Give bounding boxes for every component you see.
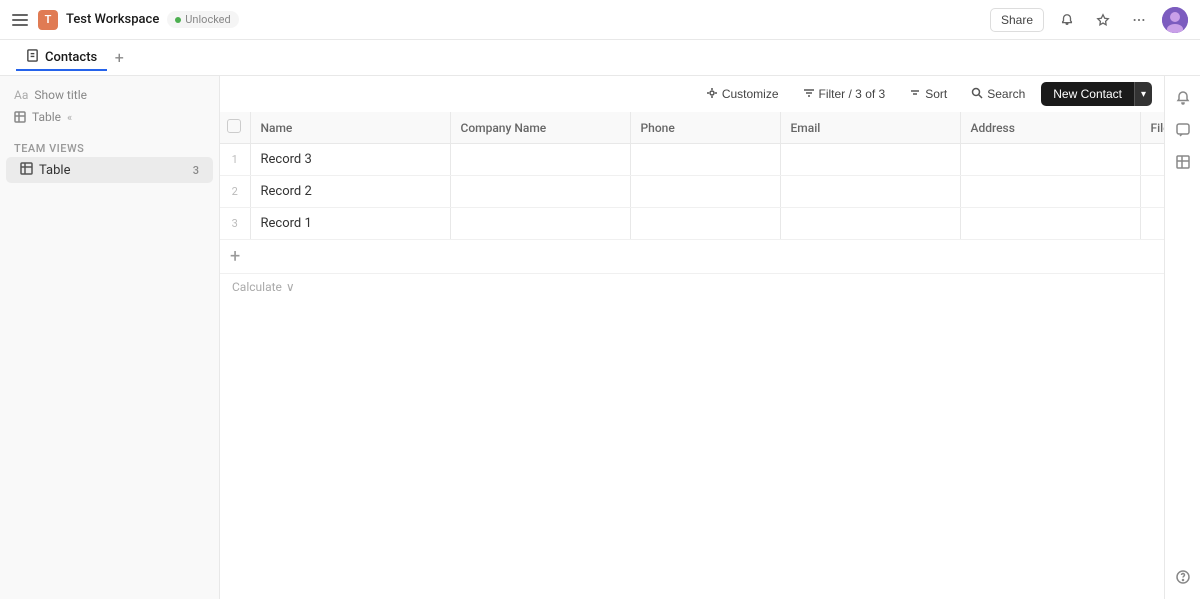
- calculate-label: Calculate: [232, 280, 282, 294]
- bell-icon[interactable]: [1169, 84, 1197, 112]
- filter-button[interactable]: Filter / 3 of 3: [795, 83, 894, 106]
- row-3-email[interactable]: [780, 208, 960, 240]
- files-column-header[interactable]: Files: [1140, 112, 1164, 144]
- main-content: Customize Filter / 3 of 3 Sort Search: [220, 76, 1164, 599]
- search-icon: [971, 87, 983, 102]
- table-chevron: «: [67, 111, 72, 124]
- top-bar-right: Share: [990, 7, 1188, 33]
- unlock-badge[interactable]: Unlocked: [167, 11, 238, 28]
- address-column-header[interactable]: Address: [960, 112, 1140, 144]
- top-bar: T Test Workspace Unlocked Share: [0, 0, 1200, 40]
- company-column-header[interactable]: Company Name: [450, 112, 630, 144]
- row-2-company[interactable]: [450, 176, 630, 208]
- share-button[interactable]: Share: [990, 8, 1044, 32]
- search-button[interactable]: Search: [963, 83, 1033, 106]
- table-view-icon: [20, 162, 33, 178]
- section-header-team-views: Team views: [0, 136, 219, 157]
- row-1-phone[interactable]: [630, 144, 780, 176]
- show-title[interactable]: Aa Show title: [0, 84, 219, 106]
- row-3-company[interactable]: [450, 208, 630, 240]
- table-view-header: Table «: [0, 106, 219, 128]
- chat-icon[interactable]: [1169, 116, 1197, 144]
- plus-icon: +: [230, 246, 240, 267]
- table-view-count: 3: [193, 164, 199, 177]
- filter-icon: [803, 87, 815, 102]
- body-layout: Aa Show title Table « Team views Table 3: [0, 76, 1200, 599]
- table-view-name: Table: [32, 110, 61, 124]
- more-options-icon[interactable]: [1126, 7, 1152, 33]
- row-1-files[interactable]: [1140, 144, 1164, 176]
- row-2-name[interactable]: Record 2: [250, 176, 450, 208]
- help-icon[interactable]: [1169, 563, 1197, 591]
- toolbar: Customize Filter / 3 of 3 Sort Search: [220, 76, 1164, 112]
- search-label: Search: [987, 87, 1025, 101]
- customize-button[interactable]: Customize: [698, 83, 787, 106]
- phone-column-header[interactable]: Phone: [630, 112, 780, 144]
- table-row: 2 Record 2: [220, 176, 1164, 208]
- tab-contacts-label: Contacts: [45, 50, 97, 65]
- calculate-row[interactable]: Calculate ∨: [220, 274, 1164, 300]
- sidebar-item-table[interactable]: Table 3: [6, 157, 213, 183]
- table-container: Name Company Name Phone Email Address Fi…: [220, 112, 1164, 599]
- notifications-icon[interactable]: [1054, 7, 1080, 33]
- top-bar-left: T Test Workspace Unlocked: [12, 10, 239, 30]
- row-1-email[interactable]: [780, 144, 960, 176]
- row-2-address[interactable]: [960, 176, 1140, 208]
- unlock-dot: [175, 17, 181, 23]
- row-2-phone[interactable]: [630, 176, 780, 208]
- menu-icon[interactable]: [12, 11, 30, 29]
- table-row: 1 Record 3: [220, 144, 1164, 176]
- row-3-address[interactable]: [960, 208, 1140, 240]
- workspace-title: Test Workspace: [66, 12, 159, 27]
- avatar[interactable]: [1162, 7, 1188, 33]
- sort-label: Sort: [925, 87, 947, 101]
- calculate-chevron: ∨: [286, 280, 295, 294]
- table-view-label: Table: [39, 163, 187, 178]
- workspace-icon: T: [38, 10, 58, 30]
- contacts-table: Name Company Name Phone Email Address Fi…: [220, 112, 1164, 240]
- select-all-checkbox[interactable]: [227, 119, 241, 133]
- row-1-company[interactable]: [450, 144, 630, 176]
- checkbox-header: [220, 112, 250, 144]
- customize-icon: [706, 87, 718, 102]
- views-section: Team views Table 3: [0, 128, 219, 191]
- customize-label: Customize: [722, 87, 779, 101]
- sidebar: Aa Show title Table « Team views Table 3: [0, 76, 220, 599]
- row-2-num: 2: [220, 176, 250, 208]
- row-3-name[interactable]: Record 1: [250, 208, 450, 240]
- name-column-header[interactable]: Name: [250, 112, 450, 144]
- tab-contacts[interactable]: Contacts: [16, 45, 107, 71]
- contacts-tab-icon: [26, 49, 39, 65]
- right-panel: [1164, 76, 1200, 599]
- show-title-label: Show title: [34, 88, 87, 102]
- sort-icon: [909, 87, 921, 102]
- table-row: 3 Record 1: [220, 208, 1164, 240]
- filter-label: Filter / 3 of 3: [819, 87, 886, 101]
- unlock-label: Unlocked: [185, 13, 230, 26]
- row-3-phone[interactable]: [630, 208, 780, 240]
- table-header-row: Name Company Name Phone Email Address Fi…: [220, 112, 1164, 144]
- tab-bar: Contacts +: [0, 40, 1200, 76]
- star-icon[interactable]: [1090, 7, 1116, 33]
- email-column-header[interactable]: Email: [780, 112, 960, 144]
- row-2-files[interactable]: [1140, 176, 1164, 208]
- new-contact-button[interactable]: New Contact: [1041, 82, 1134, 106]
- add-row-button[interactable]: +: [220, 240, 1164, 274]
- row-1-name[interactable]: Record 3: [250, 144, 450, 176]
- row-1-address[interactable]: [960, 144, 1140, 176]
- new-contact-chevron[interactable]: ▾: [1134, 82, 1152, 106]
- tab-add-button[interactable]: +: [107, 46, 131, 70]
- row-1-num: 1: [220, 144, 250, 176]
- sort-button[interactable]: Sort: [901, 83, 955, 106]
- row-2-email[interactable]: [780, 176, 960, 208]
- table-icon[interactable]: [1169, 148, 1197, 176]
- row-3-files[interactable]: [1140, 208, 1164, 240]
- row-3-num: 3: [220, 208, 250, 240]
- new-contact-wrapper: New Contact ▾: [1041, 82, 1152, 106]
